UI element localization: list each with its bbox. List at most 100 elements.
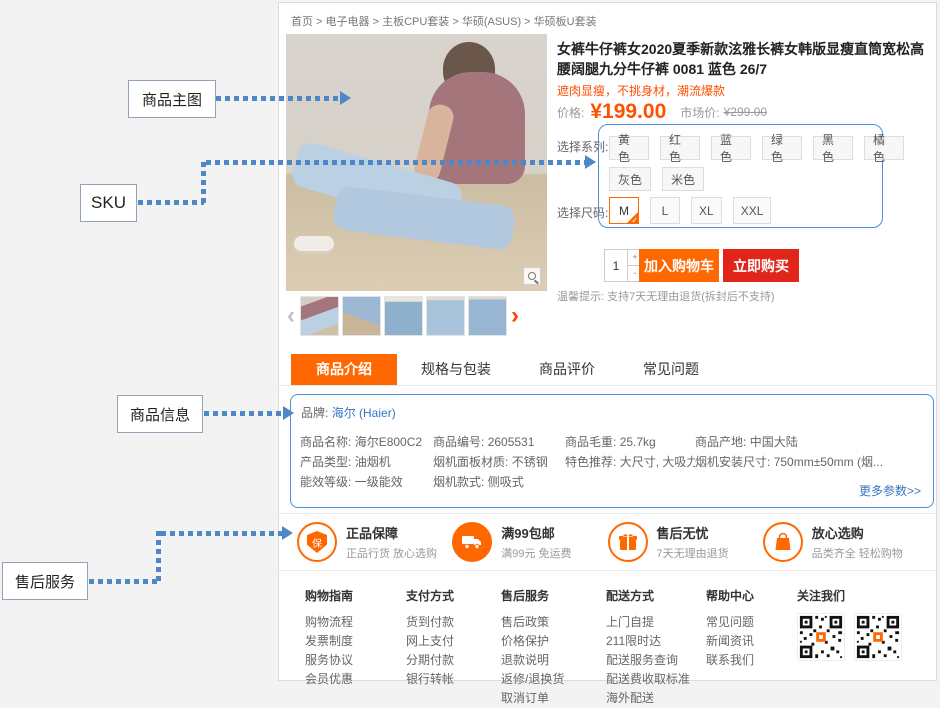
thumbnail[interactable]	[468, 296, 507, 336]
annotation-arrowhead	[340, 91, 351, 105]
size-option-selected[interactable]: M	[609, 197, 639, 224]
footer-link[interactable]: 配送费收取标准	[606, 670, 706, 689]
annotation-arrow	[161, 531, 283, 536]
annotation-arrow	[201, 162, 206, 205]
bag-icon	[763, 522, 803, 562]
promo-text: 遮肉显瘦，不挑身材，潮流爆款	[557, 82, 725, 99]
annotation-arrowhead	[585, 155, 596, 169]
thumbnail[interactable]	[384, 296, 423, 336]
footer-link[interactable]: 211限时达	[606, 632, 706, 651]
footer: 购物指南 购物流程 发票制度 服务协议 会员优惠 支付方式 货到付款 网上支付 …	[279, 572, 936, 681]
magnifier-icon[interactable]	[523, 267, 541, 285]
tips-label: 温馨提示:	[557, 291, 604, 303]
footer-column-delivery: 配送方式 上门自提 211限时达 配送服务查询 配送费收取标准 海外配送	[606, 587, 706, 681]
annotation-arrowhead	[282, 526, 293, 540]
thumbnail-strip: ‹ ›	[284, 294, 552, 338]
thumbnail[interactable]	[300, 296, 339, 336]
info-field: 烟机安装尺寸: 750mm±50mm (烟...	[695, 453, 923, 473]
footer-link[interactable]: 联系我们	[706, 651, 797, 670]
service-badge-shipping: 满99包邮 满99元 免运费	[452, 522, 607, 562]
series-option[interactable]: 橘色	[864, 136, 904, 160]
badge-title: 放心选购	[812, 523, 903, 542]
series-option[interactable]: 黑色	[813, 136, 853, 160]
footer-link[interactable]: 会员优惠	[305, 670, 406, 689]
footer-link[interactable]: 新闻资讯	[706, 632, 797, 651]
product-info-callout-box: 品牌: 海尔 (Haier) 商品名称: 海尔E800C2 商品编号: 2605…	[290, 394, 934, 508]
footer-link[interactable]: 上门自提	[606, 613, 706, 632]
footer-link[interactable]: 常见问题	[706, 613, 797, 632]
footer-link[interactable]: 价格保护	[501, 632, 606, 651]
badge-title: 满99包邮	[501, 523, 571, 542]
footer-column-aftersales: 售后服务 售后政策 价格保护 退款说明 返修/退换货 取消订单	[501, 587, 606, 681]
info-field: 烟机面板材质: 不锈钢	[433, 453, 565, 473]
price-row: 价格: ¥199.00 市场价: ¥299.00	[557, 99, 937, 125]
footer-link[interactable]: 退款说明	[501, 651, 606, 670]
truck-icon	[452, 522, 492, 562]
info-field: 商品产地: 中国大陆	[695, 433, 923, 453]
annotation-arrow	[216, 96, 342, 101]
market-price-value: ¥299.00	[724, 105, 767, 119]
series-option[interactable]: 灰色	[609, 167, 651, 191]
add-to-cart-button[interactable]: 加入购物车	[639, 249, 719, 282]
size-option[interactable]: XXL	[733, 197, 772, 224]
footer-link[interactable]: 服务协议	[305, 651, 406, 670]
market-price-label: 市场价:	[680, 104, 719, 121]
footer-link[interactable]: 购物流程	[305, 613, 406, 632]
series-option[interactable]: 蓝色	[711, 136, 751, 160]
badge-title: 售后无忧	[657, 523, 729, 542]
series-option[interactable]: 绿色	[762, 136, 802, 160]
quantity-input[interactable]: 1	[604, 249, 628, 282]
footer-link[interactable]: 分期付款	[406, 651, 501, 670]
quantity-stepper: 1 + -	[604, 249, 643, 282]
brand-label: 品牌:	[301, 406, 328, 420]
footer-link[interactable]: 返修/退换货	[501, 670, 606, 689]
jeans-leg-shape	[332, 185, 516, 251]
tab-specs-packaging[interactable]: 规格与包装	[397, 354, 515, 385]
footer-column-help: 帮助中心 常见问题 新闻资讯 联系我们	[706, 587, 797, 681]
badge-title: 正品保障	[346, 523, 437, 542]
footer-link[interactable]: 售后政策	[501, 613, 606, 632]
footer-link[interactable]: 取消订单	[501, 689, 606, 708]
chevron-left-icon[interactable]: ‹	[284, 297, 298, 335]
annotation-main-image-label: 商品主图	[128, 80, 216, 118]
info-field: 商品毛重: 25.7kg	[565, 433, 695, 453]
series-option[interactable]: 米色	[662, 167, 704, 191]
brand-row: 品牌: 海尔 (Haier)	[300, 404, 923, 421]
qr-code-2	[854, 613, 902, 661]
thumbnail[interactable]	[342, 296, 381, 336]
service-badge-aftersales: 售后无忧 7天无理由退货	[608, 522, 763, 562]
chevron-right-icon[interactable]: ›	[508, 297, 522, 335]
badge-subtitle: 品类齐全 轻松购物	[812, 545, 903, 561]
size-option[interactable]: XL	[691, 197, 722, 224]
footer-link[interactable]: 网上支付	[406, 632, 501, 651]
footer-link[interactable]: 海外配送	[606, 689, 706, 708]
footer-link[interactable]: 货到付款	[406, 613, 501, 632]
annotation-arrow	[138, 200, 204, 205]
series-option[interactable]: 黄色	[609, 136, 649, 160]
footer-link[interactable]: 发票制度	[305, 632, 406, 651]
footer-link[interactable]: 配送服务查询	[606, 651, 706, 670]
sku-callout-box: 黄色 红色 蓝色 绿色 黑色 橘色 灰色 米色 M L XL XXL	[598, 124, 883, 228]
service-badge-authentic: 保 正品保障 正品行货 放心选购	[297, 522, 452, 562]
series-option[interactable]: 红色	[660, 136, 700, 160]
annotation-after-sales-label: 售后服务	[2, 562, 88, 600]
footer-link[interactable]: 银行转帐	[406, 670, 501, 689]
brand-link[interactable]: 海尔 (Haier)	[332, 406, 396, 420]
footer-column-follow-us: 关注我们	[797, 587, 902, 681]
tips-value: 支持7天无理由退货(拆封后不支持)	[607, 291, 774, 303]
tab-faq[interactable]: 常见问题	[619, 354, 723, 385]
shield-badge-icon: 保	[297, 522, 337, 562]
thumbnail[interactable]	[426, 296, 465, 336]
more-params-link[interactable]: 更多参数>>	[859, 482, 921, 499]
tab-reviews[interactable]: 商品评价	[515, 354, 619, 385]
annotation-arrow	[204, 411, 284, 416]
service-badge-assured: 放心选购 品类齐全 轻松购物	[763, 522, 918, 562]
size-option[interactable]: L	[650, 197, 680, 224]
sandal-shape	[294, 236, 334, 251]
tab-product-intro[interactable]: 商品介绍	[291, 354, 397, 385]
buy-now-button[interactable]: 立即购买	[723, 249, 799, 282]
annotation-arrow	[206, 160, 586, 165]
product-page-panel: 首页 > 电子电器 > 主板CPU套装 > 华硕(ASUS) > 华硕板U套装 …	[278, 2, 937, 681]
breadcrumb[interactable]: 首页 > 电子电器 > 主板CPU套装 > 华硕(ASUS) > 华硕板U套装	[291, 13, 597, 29]
product-info-grid: 商品名称: 海尔E800C2 商品编号: 2605531 商品毛重: 25.7k…	[300, 433, 923, 493]
